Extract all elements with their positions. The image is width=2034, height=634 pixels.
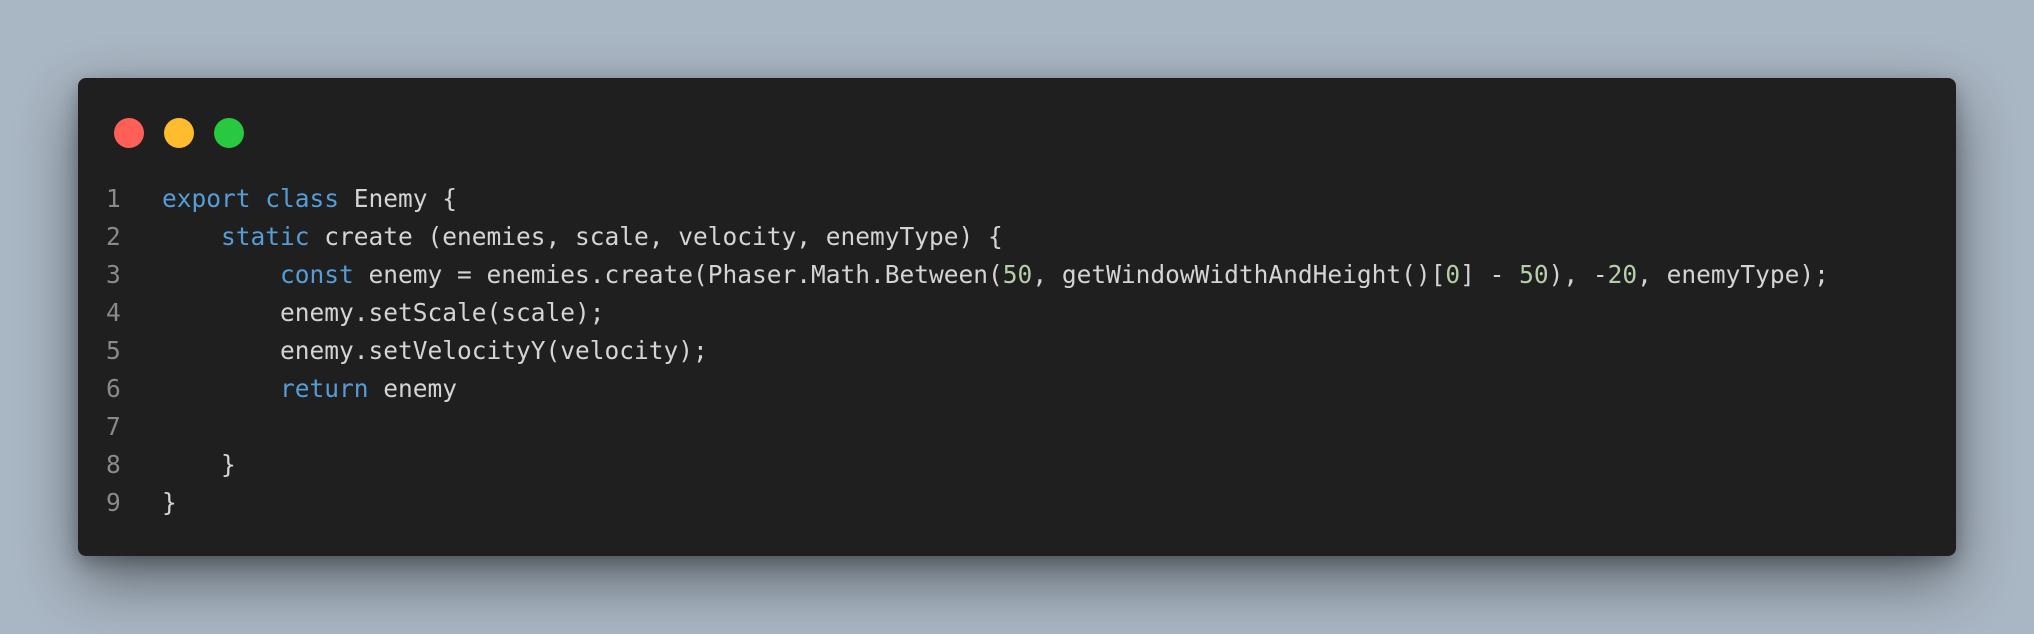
code-line: 2 static create (enemies, scale, velocit… [106, 218, 1829, 256]
code-token: enemy.setScale(scale); [162, 298, 605, 327]
keyword-token: return [280, 374, 369, 403]
code-token: , enemyType); [1637, 260, 1829, 289]
line-number: 8 [106, 450, 121, 479]
code-line-content: static create (enemies, scale, velocity,… [162, 218, 1003, 256]
line-number: 9 [106, 488, 121, 517]
code-token: enemy [368, 374, 458, 403]
keyword-token: static [221, 222, 310, 251]
code-line: 8 } [106, 446, 1829, 484]
code-line-content: } [162, 446, 236, 484]
keyword-token: const [280, 260, 354, 289]
code-token: enemy.setVelocityY(velocity); [162, 336, 708, 365]
maximize-window-button[interactable] [214, 118, 244, 148]
code-line-content: enemy.setScale(scale); [162, 294, 605, 332]
code-line-content: return enemy [162, 370, 457, 408]
code-token: } [162, 450, 236, 479]
keyword-token: export [162, 184, 251, 213]
code-line-content: enemy.setVelocityY(velocity); [162, 332, 708, 370]
number-token: 20 [1607, 260, 1638, 289]
line-number: 3 [106, 260, 121, 289]
code-token: ), - [1548, 260, 1608, 289]
close-window-button[interactable] [114, 118, 144, 148]
line-number: 4 [106, 298, 121, 327]
code-line: 5 enemy.setVelocityY(velocity); [106, 332, 1829, 370]
line-number: 1 [106, 184, 121, 213]
code-block: 1 export class Enemy {2 static create (en… [106, 180, 1829, 522]
code-line: 7 [106, 408, 1829, 446]
code-token: } [162, 488, 177, 517]
line-number: 2 [106, 222, 121, 251]
line-number: 7 [106, 412, 121, 441]
number-token: 50 [1519, 260, 1549, 289]
code-line: 3 const enemy = enemies.create(Phaser.Ma… [106, 256, 1829, 294]
code-window: 1 export class Enemy {2 static create (en… [78, 78, 1956, 556]
keyword-token: class [265, 184, 340, 213]
line-number: 5 [106, 336, 121, 365]
number-token: 50 [1002, 260, 1033, 289]
code-token: ] - [1460, 260, 1520, 289]
line-number: 6 [106, 374, 121, 403]
code-token: Enemy { [339, 184, 458, 213]
code-line: 9} [106, 484, 1829, 522]
minimize-window-button[interactable] [164, 118, 194, 148]
code-line: 6 return enemy [106, 370, 1829, 408]
window-controls [114, 118, 244, 148]
number-token: 0 [1445, 260, 1461, 289]
code-line-content: export class Enemy { [162, 180, 457, 218]
code-token: , getWindowWidthAndHeight()[ [1032, 260, 1446, 289]
code-line-content: const enemy = enemies.create(Phaser.Math… [162, 256, 1829, 294]
code-line-content: } [162, 484, 177, 522]
code-line: 4 enemy.setScale(scale); [106, 294, 1829, 332]
code-line: 1 export class Enemy { [106, 180, 1829, 218]
code-token: enemy = enemies.create(Phaser.Math.Betwe… [353, 260, 1003, 289]
code-token: create (enemies, scale, velocity, enemyT… [309, 222, 1003, 251]
